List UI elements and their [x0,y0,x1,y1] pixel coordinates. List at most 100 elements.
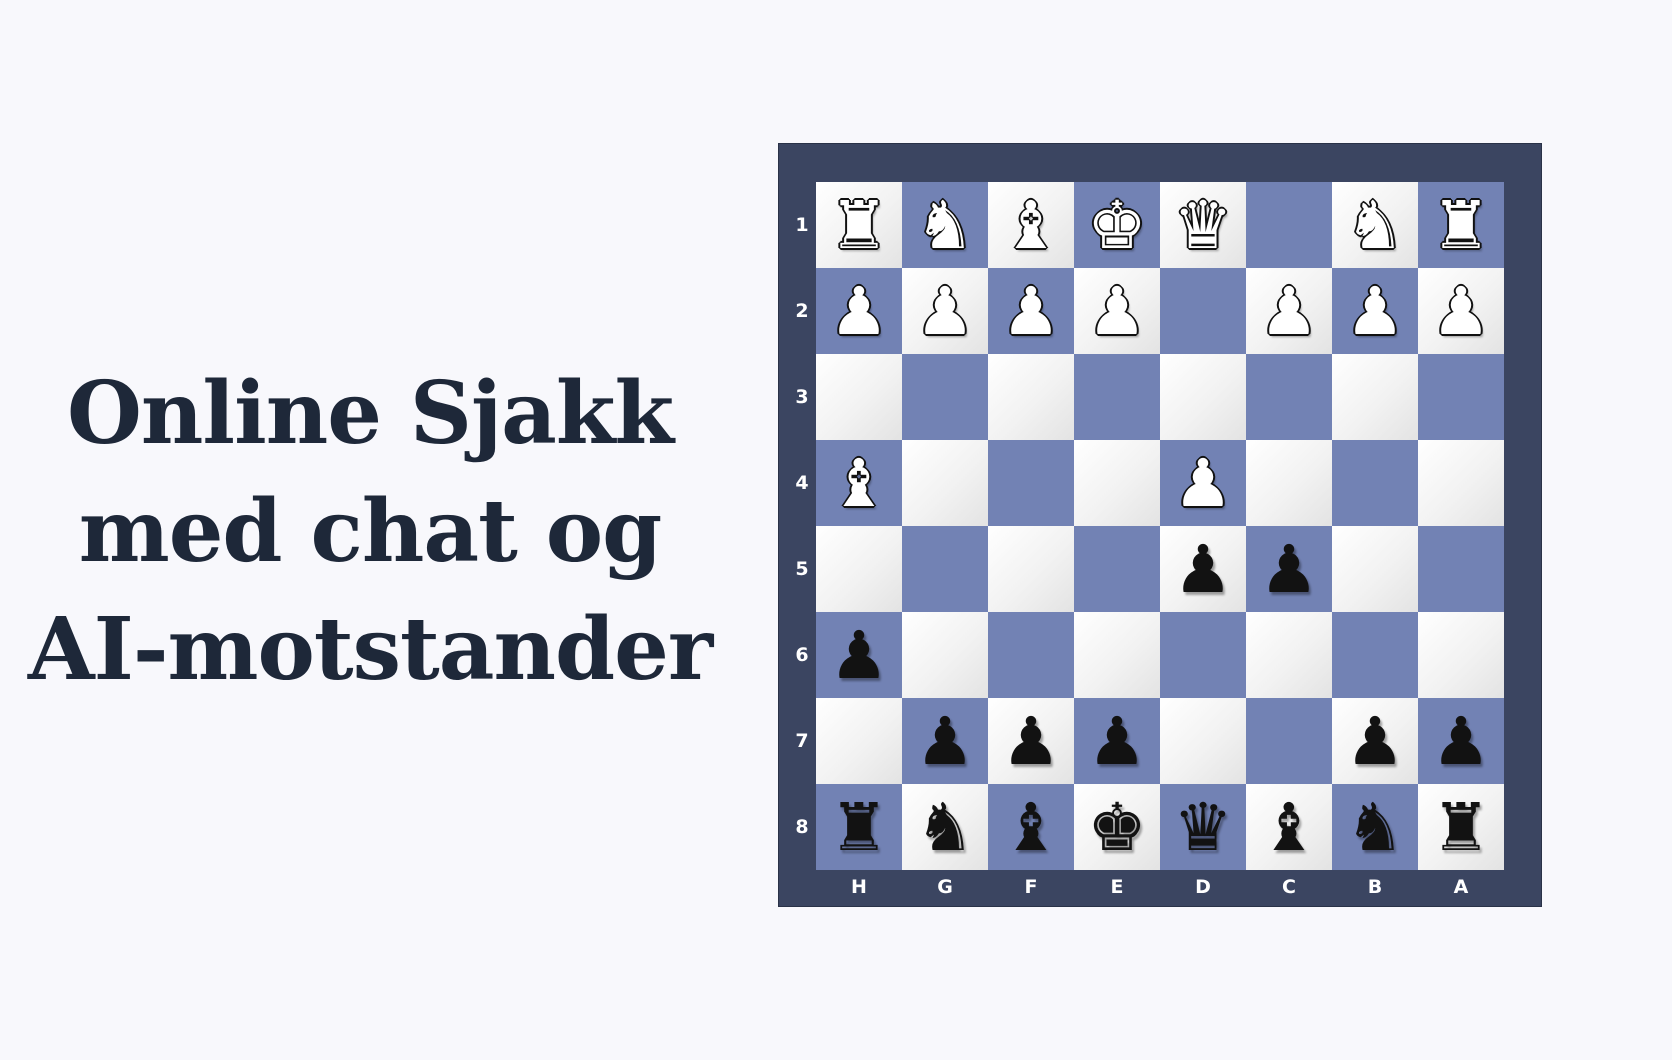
square-e6[interactable] [1074,612,1160,698]
white-rook-icon[interactable]: ♜ [1431,193,1490,259]
black-queen-icon[interactable]: ♛ [1173,795,1232,861]
black-pawn-icon[interactable]: ♟ [915,709,974,775]
square-g1[interactable]: ♞ [902,182,988,268]
square-h7[interactable] [816,698,902,784]
black-rook-icon[interactable]: ♜ [829,795,888,861]
square-b4[interactable] [1332,440,1418,526]
square-e3[interactable] [1074,354,1160,440]
square-f7[interactable]: ♟ [988,698,1074,784]
black-pawn-icon[interactable]: ♟ [1173,537,1232,603]
square-c3[interactable] [1246,354,1332,440]
square-d7[interactable] [1160,698,1246,784]
black-pawn-icon[interactable]: ♟ [1259,537,1318,603]
white-pawn-icon[interactable]: ♟ [1173,451,1232,517]
white-pawn-icon[interactable]: ♟ [915,279,974,345]
black-pawn-icon[interactable]: ♟ [1431,709,1490,775]
black-bishop-icon[interactable]: ♝ [1001,795,1060,861]
square-e2[interactable]: ♟ [1074,268,1160,354]
square-b2[interactable]: ♟ [1332,268,1418,354]
white-pawn-icon[interactable]: ♟ [1087,279,1146,345]
square-c7[interactable] [1246,698,1332,784]
square-g8[interactable]: ♞ [902,784,988,870]
black-knight-icon[interactable]: ♞ [1345,795,1404,861]
square-e5[interactable] [1074,526,1160,612]
white-pawn-icon[interactable]: ♟ [1259,279,1318,345]
square-f6[interactable] [988,612,1074,698]
square-e7[interactable]: ♟ [1074,698,1160,784]
headline-line-2: med chat og [78,481,663,582]
square-c6[interactable] [1246,612,1332,698]
black-pawn-icon[interactable]: ♟ [1087,709,1146,775]
chessboard[interactable]: ♜ ♞ ♝ ♚ ♛ ♞ ♜ ♟ ♟ ♟ ♟ ♟ ♟ ♟ ♝ ♟ ♟ ♟ ♟ ♟ ♟ ♟ ♟ ♟ ♜ ♞ ♝ ♚ ♛ ♝ ♞ ♜ [816,182,1504,870]
square-f2[interactable]: ♟ [988,268,1074,354]
square-h2[interactable]: ♟ [816,268,902,354]
square-h4[interactable]: ♝ [816,440,902,526]
rank-label-4: 4 [795,472,809,494]
square-a4[interactable] [1418,440,1504,526]
white-queen-icon[interactable]: ♛ [1173,193,1232,259]
black-king-icon[interactable]: ♚ [1087,795,1146,861]
square-d8[interactable]: ♛ [1160,784,1246,870]
square-g6[interactable] [902,612,988,698]
square-g2[interactable]: ♟ [902,268,988,354]
square-a6[interactable] [1418,612,1504,698]
white-king-icon[interactable]: ♚ [1087,193,1146,259]
square-g3[interactable] [902,354,988,440]
white-knight-icon[interactable]: ♞ [1345,193,1404,259]
square-g7[interactable]: ♟ [902,698,988,784]
white-pawn-icon[interactable]: ♟ [1345,279,1404,345]
square-a8[interactable]: ♜ [1418,784,1504,870]
black-rook-icon[interactable]: ♜ [1431,795,1490,861]
square-f3[interactable] [988,354,1074,440]
square-g4[interactable] [902,440,988,526]
square-c1[interactable] [1246,182,1332,268]
square-h1[interactable]: ♜ [816,182,902,268]
black-pawn-icon[interactable]: ♟ [1001,709,1060,775]
white-rook-icon[interactable]: ♜ [829,193,888,259]
square-d1[interactable]: ♛ [1160,182,1246,268]
black-pawn-icon[interactable]: ♟ [1345,709,1404,775]
square-h8[interactable]: ♜ [816,784,902,870]
square-b8[interactable]: ♞ [1332,784,1418,870]
square-d6[interactable] [1160,612,1246,698]
square-d2[interactable] [1160,268,1246,354]
square-f5[interactable] [988,526,1074,612]
white-knight-icon[interactable]: ♞ [915,193,974,259]
black-pawn-icon[interactable]: ♟ [829,623,888,689]
square-b1[interactable]: ♞ [1332,182,1418,268]
black-knight-icon[interactable]: ♞ [915,795,974,861]
square-d4[interactable]: ♟ [1160,440,1246,526]
white-pawn-icon[interactable]: ♟ [1431,279,1490,345]
square-f1[interactable]: ♝ [988,182,1074,268]
square-f8[interactable]: ♝ [988,784,1074,870]
square-d3[interactable] [1160,354,1246,440]
square-c8[interactable]: ♝ [1246,784,1332,870]
square-c2[interactable]: ♟ [1246,268,1332,354]
white-bishop-icon[interactable]: ♝ [1001,193,1060,259]
square-b6[interactable] [1332,612,1418,698]
square-d5[interactable]: ♟ [1160,526,1246,612]
square-e1[interactable]: ♚ [1074,182,1160,268]
square-c5[interactable]: ♟ [1246,526,1332,612]
white-pawn-icon[interactable]: ♟ [1001,279,1060,345]
square-a1[interactable]: ♜ [1418,182,1504,268]
black-bishop-icon[interactable]: ♝ [1259,795,1318,861]
square-b3[interactable] [1332,354,1418,440]
square-g5[interactable] [902,526,988,612]
square-e8[interactable]: ♚ [1074,784,1160,870]
white-bishop-icon[interactable]: ♝ [829,451,888,517]
square-a5[interactable] [1418,526,1504,612]
file-label-g: G [937,876,953,898]
square-h6[interactable]: ♟ [816,612,902,698]
square-a2[interactable]: ♟ [1418,268,1504,354]
square-b7[interactable]: ♟ [1332,698,1418,784]
square-a7[interactable]: ♟ [1418,698,1504,784]
square-h3[interactable] [816,354,902,440]
square-c4[interactable] [1246,440,1332,526]
square-b5[interactable] [1332,526,1418,612]
square-h5[interactable] [816,526,902,612]
white-pawn-icon[interactable]: ♟ [829,279,888,345]
square-f4[interactable] [988,440,1074,526]
square-e4[interactable] [1074,440,1160,526]
square-a3[interactable] [1418,354,1504,440]
